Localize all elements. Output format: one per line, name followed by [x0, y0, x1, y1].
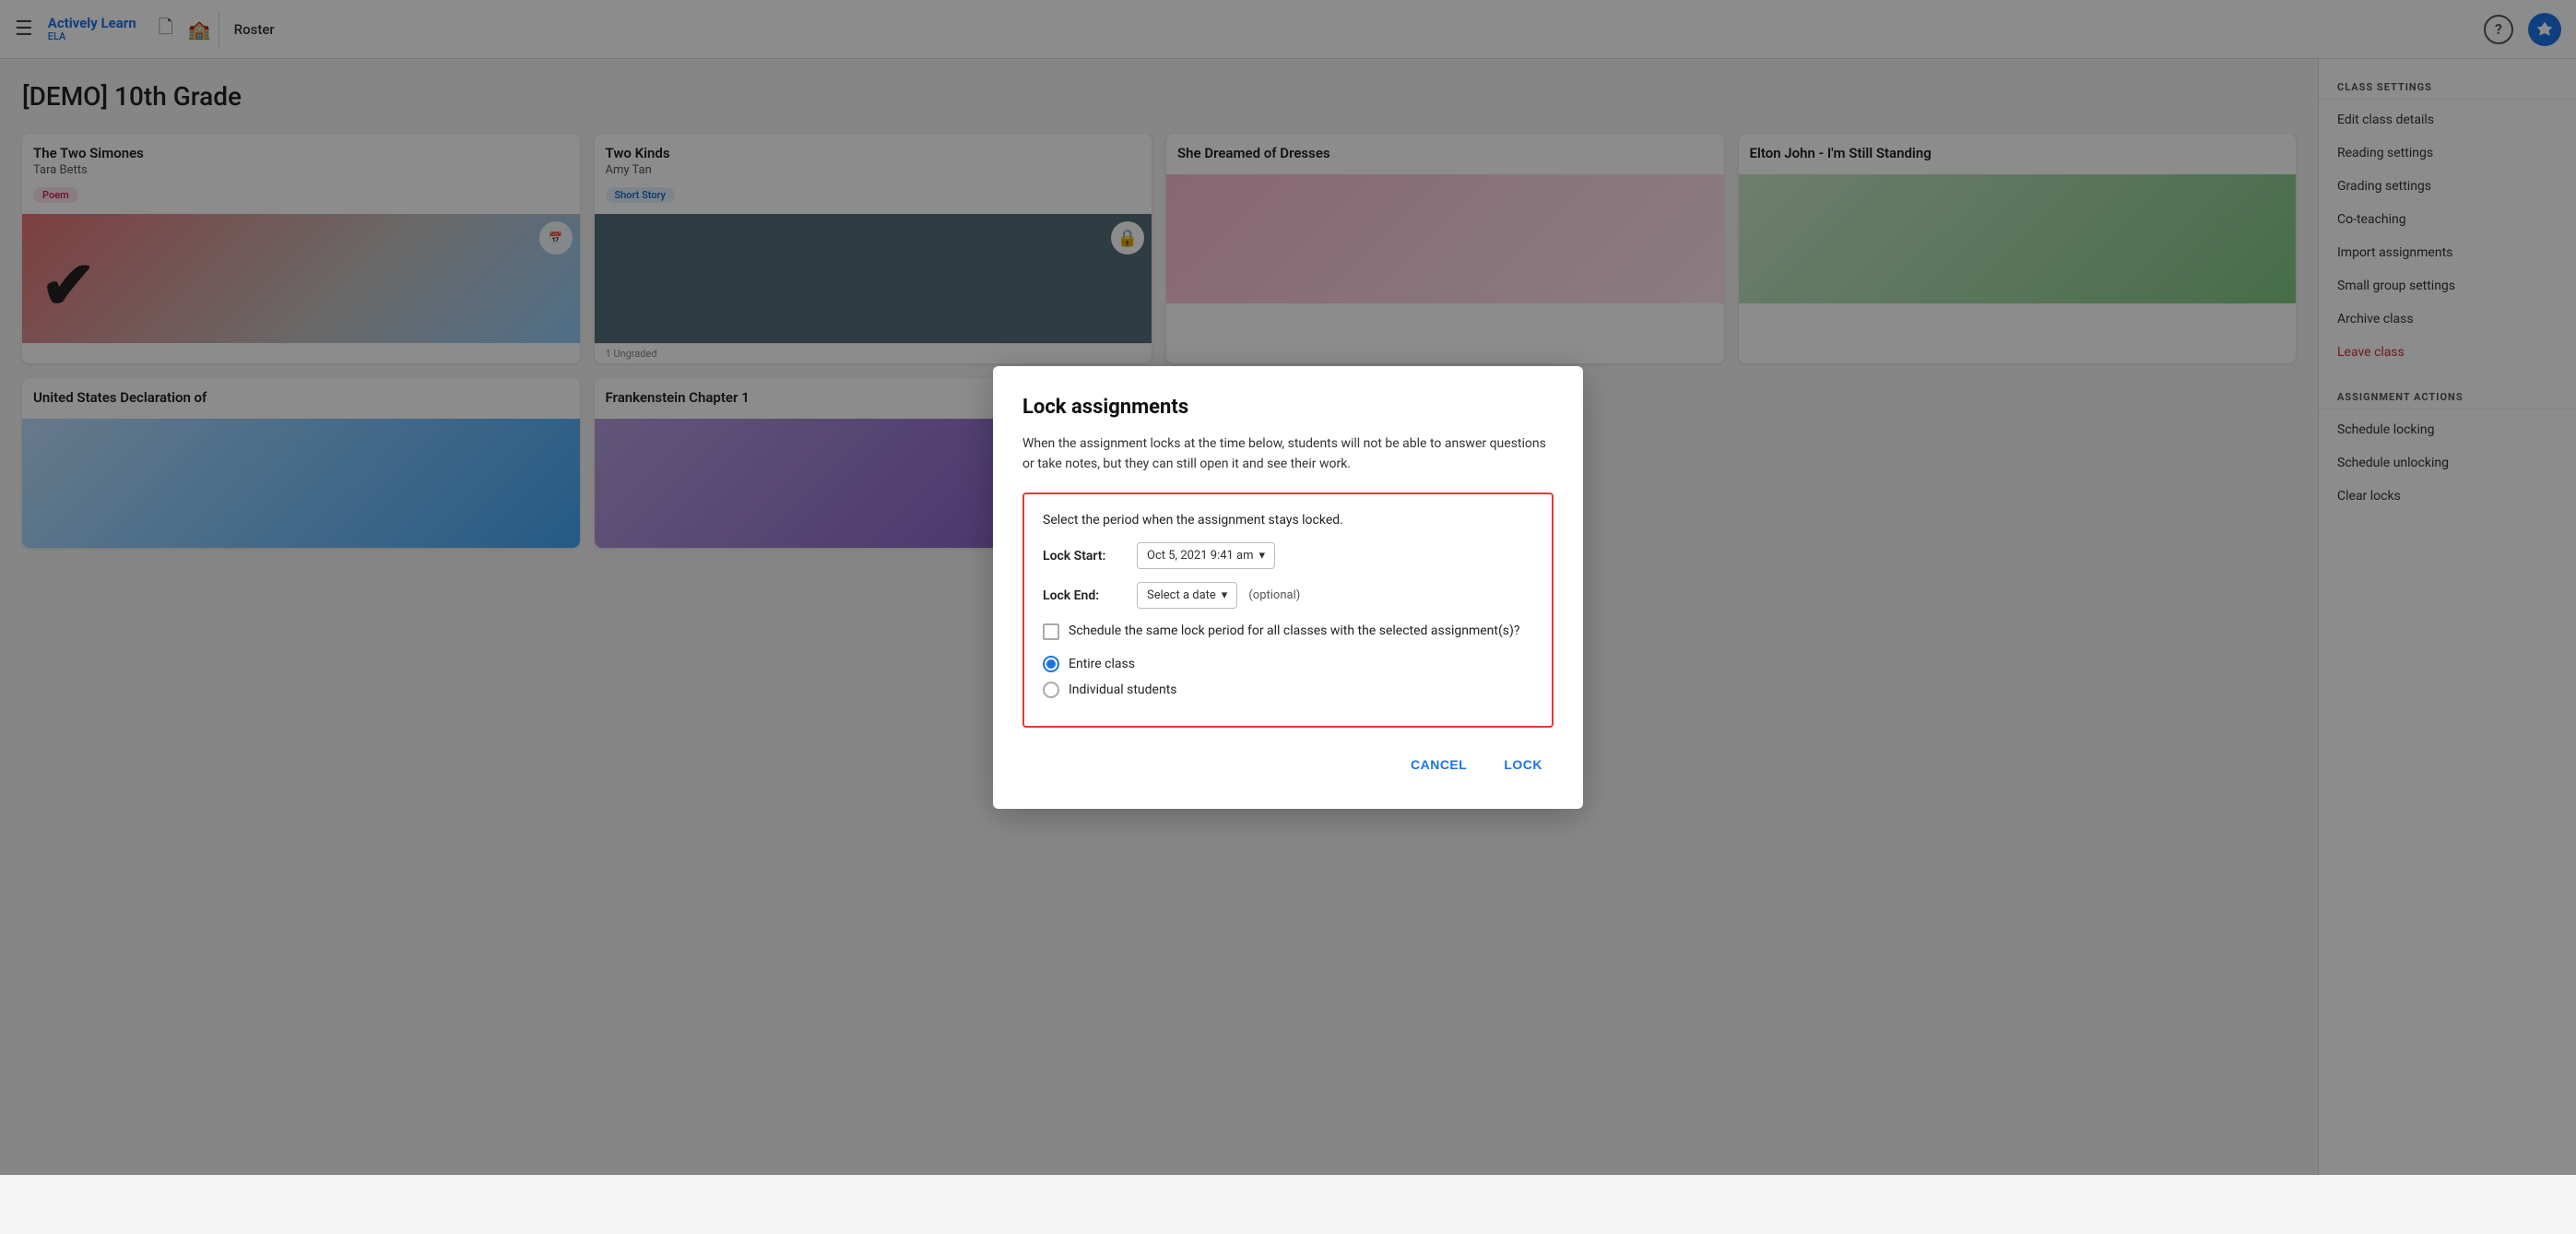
radio-entire-class-inner — [1046, 659, 1056, 669]
lock-start-label: Lock Start: — [1043, 549, 1126, 564]
radio-individual-students-row[interactable]: Individual students — [1043, 682, 1533, 698]
schedule-all-classes-label: Schedule the same lock period for all cl… — [1069, 622, 1520, 641]
radio-individual-students-button[interactable] — [1043, 682, 1059, 698]
dialog-title: Lock assignments — [1022, 396, 1554, 419]
radio-entire-class-row[interactable]: Entire class — [1043, 656, 1533, 672]
radio-entire-class-label: Entire class — [1069, 657, 1135, 671]
lock-end-value: Select a date — [1147, 588, 1216, 602]
lock-end-select[interactable]: Select a date ▾ — [1137, 582, 1237, 609]
dialog-description: When the assignment locks at the time be… — [1022, 433, 1554, 475]
radio-individual-students-label: Individual students — [1069, 682, 1177, 697]
lock-start-select[interactable]: Oct 5, 2021 9:41 am ▾ — [1137, 542, 1275, 569]
lock-period-box: Select the period when the assignment st… — [1022, 492, 1554, 728]
lock-end-chevron: ▾ — [1222, 588, 1228, 602]
cancel-button[interactable]: CANCEL — [1400, 750, 1478, 779]
lock-period-heading: Select the period when the assignment st… — [1043, 513, 1533, 528]
lock-start-chevron: ▾ — [1259, 549, 1266, 563]
lock-start-row: Lock Start: Oct 5, 2021 9:41 am ▾ — [1043, 542, 1533, 569]
dialog-footer: CANCEL LOCK — [1022, 750, 1554, 779]
lock-assignments-dialog: Lock assignments When the assignment loc… — [993, 366, 1583, 810]
schedule-all-classes-row: Schedule the same lock period for all cl… — [1043, 622, 1533, 641]
lock-start-value: Oct 5, 2021 9:41 am — [1147, 549, 1254, 563]
dialog-overlay: Lock assignments When the assignment loc… — [0, 0, 2576, 1175]
optional-label: (optional) — [1248, 588, 1300, 602]
lock-button[interactable]: LOCK — [1493, 750, 1554, 779]
radio-entire-class-button[interactable] — [1043, 656, 1059, 672]
lock-end-row: Lock End: Select a date ▾ (optional) — [1043, 582, 1533, 609]
lock-end-label: Lock End: — [1043, 588, 1126, 603]
schedule-all-classes-checkbox[interactable] — [1043, 623, 1059, 640]
